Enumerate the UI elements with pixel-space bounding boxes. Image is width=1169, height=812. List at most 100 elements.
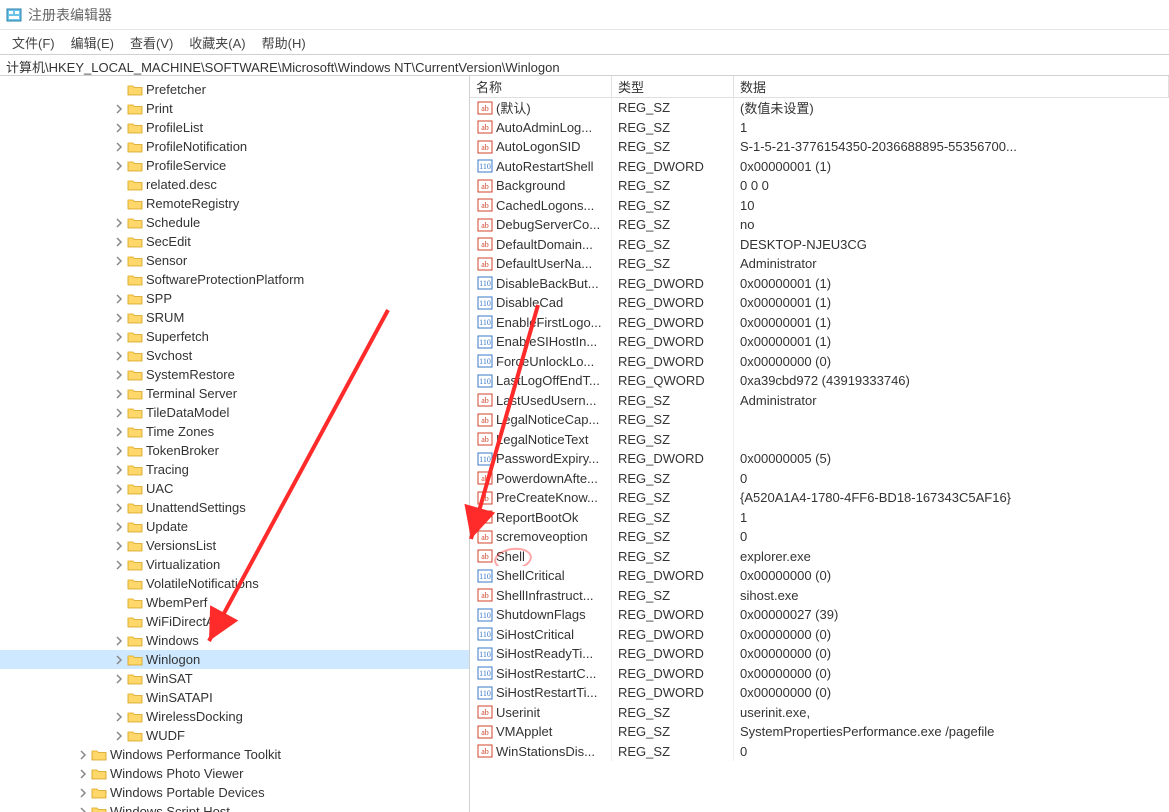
value-row[interactable]: 110LastLogOffEndT...REG_QWORD0xa39cbd972… xyxy=(470,371,1169,391)
tree-item[interactable]: Sensor xyxy=(0,251,469,270)
menu-edit[interactable]: 编辑(E) xyxy=(63,31,122,54)
tree-item[interactable]: Windows Performance Toolkit xyxy=(0,745,469,764)
expand-icon[interactable] xyxy=(112,237,126,247)
expand-icon[interactable] xyxy=(112,446,126,456)
value-row[interactable]: abPreCreateKnow...REG_SZ{A520A1A4-1780-4… xyxy=(470,488,1169,508)
menu-file[interactable]: 文件(F) xyxy=(4,31,63,54)
tree-item[interactable]: ProfileList xyxy=(0,118,469,137)
addressbar[interactable]: 计算机\HKEY_LOCAL_MACHINE\SOFTWARE\Microsof… xyxy=(0,54,1169,76)
value-row[interactable]: abLegalNoticeCap...REG_SZ xyxy=(470,410,1169,430)
value-row[interactable]: abWinStationsDis...REG_SZ0 xyxy=(470,742,1169,762)
expand-icon[interactable] xyxy=(112,560,126,570)
value-row[interactable]: abLastUsedUsern...REG_SZAdministrator xyxy=(470,391,1169,411)
tree-item[interactable]: Schedule xyxy=(0,213,469,232)
expand-icon[interactable] xyxy=(112,161,126,171)
tree-item[interactable]: TileDataModel xyxy=(0,403,469,422)
tree-item[interactable]: Virtualization xyxy=(0,555,469,574)
tree-item[interactable]: UAC xyxy=(0,479,469,498)
tree-item[interactable]: WiFiDirectAPI xyxy=(0,612,469,631)
expand-icon[interactable] xyxy=(112,541,126,551)
tree-item[interactable]: SPP xyxy=(0,289,469,308)
expand-icon[interactable] xyxy=(112,351,126,361)
tree-item[interactable]: VersionsList xyxy=(0,536,469,555)
value-row[interactable]: abVMAppletREG_SZSystemPropertiesPerforma… xyxy=(470,722,1169,742)
expand-icon[interactable] xyxy=(76,769,90,779)
value-row[interactable]: abLegalNoticeTextREG_SZ xyxy=(470,430,1169,450)
expand-icon[interactable] xyxy=(112,294,126,304)
tree-item[interactable]: WinSATAPI xyxy=(0,688,469,707)
expand-icon[interactable] xyxy=(112,427,126,437)
value-row[interactable]: abShellREG_SZexplorer.exe xyxy=(470,547,1169,567)
col-header-name[interactable]: 名称 xyxy=(470,76,612,97)
value-row[interactable]: 110DisableBackBut...REG_DWORD0x00000001 … xyxy=(470,274,1169,294)
value-row[interactable]: 110SiHostRestartC...REG_DWORD0x00000000 … xyxy=(470,664,1169,684)
tree-item[interactable]: SystemRestore xyxy=(0,365,469,384)
expand-icon[interactable] xyxy=(112,655,126,665)
expand-icon[interactable] xyxy=(112,370,126,380)
tree-item[interactable]: Superfetch xyxy=(0,327,469,346)
value-row[interactable]: 110SiHostRestartTi...REG_DWORD0x00000000… xyxy=(470,683,1169,703)
expand-icon[interactable] xyxy=(112,104,126,114)
expand-icon[interactable] xyxy=(112,484,126,494)
expand-icon[interactable] xyxy=(112,313,126,323)
tree-item[interactable]: RemoteRegistry xyxy=(0,194,469,213)
tree-item[interactable]: WinSAT xyxy=(0,669,469,688)
expand-icon[interactable] xyxy=(112,408,126,418)
expand-icon[interactable] xyxy=(76,750,90,760)
value-row[interactable]: abPowerdownAfte...REG_SZ0 xyxy=(470,469,1169,489)
expand-icon[interactable] xyxy=(112,674,126,684)
value-row[interactable]: 110SiHostReadyTi...REG_DWORD0x00000000 (… xyxy=(470,644,1169,664)
tree-item[interactable]: Windows Portable Devices xyxy=(0,783,469,802)
tree-pane[interactable]: PrefetcherPrintProfileListProfileNotific… xyxy=(0,76,470,812)
tree-item[interactable]: WbemPerf xyxy=(0,593,469,612)
expand-icon[interactable] xyxy=(112,522,126,532)
value-row[interactable]: abBackgroundREG_SZ0 0 0 xyxy=(470,176,1169,196)
tree-item[interactable]: SRUM xyxy=(0,308,469,327)
value-row[interactable]: abReportBootOkREG_SZ1 xyxy=(470,508,1169,528)
tree-item[interactable]: UnattendSettings xyxy=(0,498,469,517)
menu-favorites[interactable]: 收藏夹(A) xyxy=(181,31,253,54)
expand-icon[interactable] xyxy=(112,636,126,646)
value-row[interactable]: 110ShutdownFlagsREG_DWORD0x00000027 (39) xyxy=(470,605,1169,625)
tree-item[interactable]: related.desc xyxy=(0,175,469,194)
expand-icon[interactable] xyxy=(112,256,126,266)
expand-icon[interactable] xyxy=(112,389,126,399)
value-row[interactable]: abAutoLogonSIDREG_SZS-1-5-21-3776154350-… xyxy=(470,137,1169,157)
tree-item[interactable]: Update xyxy=(0,517,469,536)
tree-item[interactable]: WirelessDocking xyxy=(0,707,469,726)
tree-item[interactable]: Windows Script Host xyxy=(0,802,469,812)
tree-item[interactable]: Winlogon xyxy=(0,650,469,669)
menu-help[interactable]: 帮助(H) xyxy=(254,31,314,54)
value-row[interactable]: abDefaultUserNa...REG_SZAdministrator xyxy=(470,254,1169,274)
tree-item[interactable]: Windows Photo Viewer xyxy=(0,764,469,783)
value-row[interactable]: 110AutoRestartShellREG_DWORD0x00000001 (… xyxy=(470,157,1169,177)
value-row[interactable]: ab(默认)REG_SZ(数值未设置) xyxy=(470,98,1169,118)
col-header-data[interactable]: 数据 xyxy=(734,76,1169,97)
expand-icon[interactable] xyxy=(112,465,126,475)
tree-item[interactable]: WUDF xyxy=(0,726,469,745)
expand-icon[interactable] xyxy=(76,788,90,798)
expand-icon[interactable] xyxy=(112,123,126,133)
value-row[interactable]: abscremoveoptionREG_SZ0 xyxy=(470,527,1169,547)
tree-item[interactable]: Print xyxy=(0,99,469,118)
value-row[interactable]: abCachedLogons...REG_SZ10 xyxy=(470,196,1169,216)
tree-item[interactable]: Svchost xyxy=(0,346,469,365)
expand-icon[interactable] xyxy=(112,712,126,722)
tree-item[interactable]: ProfileService xyxy=(0,156,469,175)
expand-icon[interactable] xyxy=(112,503,126,513)
tree-item[interactable]: SecEdit xyxy=(0,232,469,251)
value-row[interactable]: 110ForceUnlockLo...REG_DWORD0x00000000 (… xyxy=(470,352,1169,372)
value-row[interactable]: 110PasswordExpiry...REG_DWORD0x00000005 … xyxy=(470,449,1169,469)
value-row[interactable]: 110EnableFirstLogo...REG_DWORD0x00000001… xyxy=(470,313,1169,333)
tree-item[interactable]: Terminal Server xyxy=(0,384,469,403)
tree-item[interactable]: Tracing xyxy=(0,460,469,479)
expand-icon[interactable] xyxy=(76,807,90,812)
expand-icon[interactable] xyxy=(112,142,126,152)
tree-item[interactable]: Time Zones xyxy=(0,422,469,441)
expand-icon[interactable] xyxy=(112,731,126,741)
tree-item[interactable]: TokenBroker xyxy=(0,441,469,460)
col-header-type[interactable]: 类型 xyxy=(612,76,734,97)
expand-icon[interactable] xyxy=(112,332,126,342)
value-row[interactable]: 110DisableCadREG_DWORD0x00000001 (1) xyxy=(470,293,1169,313)
list-pane[interactable]: 名称 类型 数据 ab(默认)REG_SZ(数值未设置)abAutoAdminL… xyxy=(470,76,1169,812)
